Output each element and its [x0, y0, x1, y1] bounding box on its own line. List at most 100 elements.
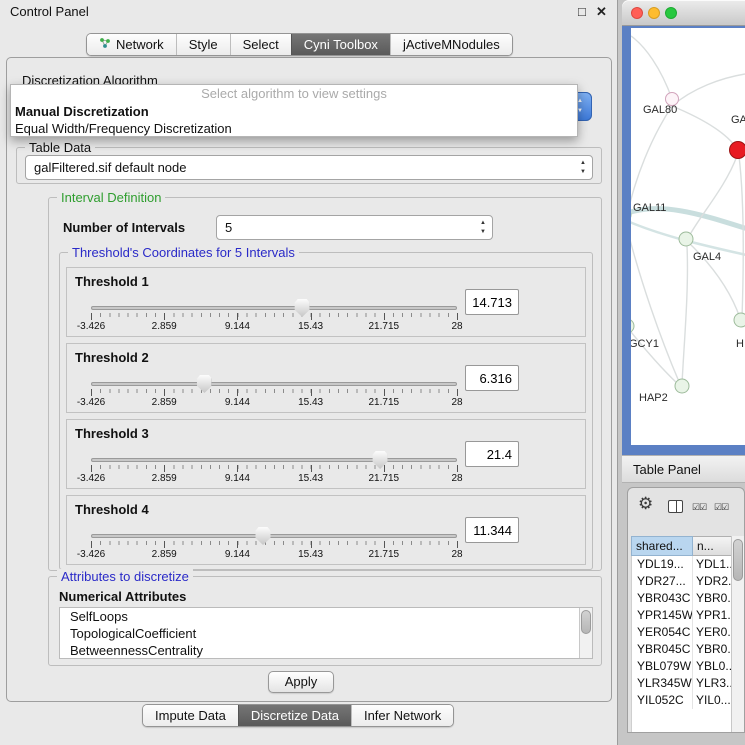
cell: YIL052C — [632, 692, 693, 709]
slider-minor-ticks — [91, 313, 457, 317]
table-row[interactable]: YDL19...YDL1... — [632, 556, 733, 573]
table-row[interactable]: YDR27...YDR2... — [632, 573, 733, 590]
table-data-combobox[interactable]: galFiltered.sif default node ▲▼ — [25, 155, 593, 180]
table-row[interactable]: YER054CYER0... — [632, 624, 733, 641]
table-row[interactable]: YBL079WYBL0... — [632, 658, 733, 675]
table-scrollbar[interactable] — [731, 536, 744, 732]
scale-label: 9.144 — [225, 549, 250, 560]
dropdown-option-equal-width[interactable]: Equal Width/Frequency Discretization — [11, 120, 577, 137]
table-row[interactable]: YPR145WYPR1... — [632, 607, 733, 624]
node-label: GAL4 — [693, 251, 721, 263]
threshold-4-value-field[interactable] — [465, 517, 519, 543]
list-scrollbar[interactable] — [579, 608, 592, 658]
gear-icon[interactable]: ⚙ — [638, 494, 653, 514]
slider-major-tick — [384, 389, 385, 396]
threshold-2-value-field[interactable] — [465, 365, 519, 391]
slider-track[interactable] — [91, 382, 457, 386]
threshold-1-slider[interactable]: -3.426 2.859 9.144 15.43 21.715 28 — [91, 298, 457, 336]
network-canvas[interactable]: GAL80 GA GAL11 GAL4 GCY1 HAP2 H — [631, 28, 745, 445]
threshold-3-slider[interactable]: -3.426 2.859 9.144 15.43 21.715 28 — [91, 450, 457, 488]
tab-select[interactable]: Select — [230, 34, 291, 55]
tab-infer-network[interactable]: Infer Network — [351, 705, 453, 726]
scale-label: -3.426 — [77, 549, 105, 560]
slider-major-tick — [237, 313, 238, 320]
network-window-titlebar[interactable] — [622, 0, 745, 26]
threshold-2-box: Threshold 2 -3.426 2.859 9.144 15.43 21.… — [66, 343, 586, 413]
list-item[interactable]: TopologicalCoefficient — [60, 625, 592, 642]
number-of-intervals-value: 5 — [225, 216, 232, 239]
threshold-2-slider[interactable]: -3.426 2.859 9.144 15.43 21.715 28 — [91, 374, 457, 412]
cell: YER0... — [693, 624, 733, 641]
slider-minor-ticks — [91, 465, 457, 469]
threshold-3-value-field[interactable] — [465, 441, 519, 467]
slider-track[interactable] — [91, 306, 457, 310]
apply-button[interactable]: Apply — [268, 671, 334, 693]
tab-label: Network — [116, 37, 164, 52]
table-row[interactable]: YLR345WYLR3... — [632, 675, 733, 692]
slider-major-tick — [91, 465, 92, 472]
tab-network[interactable]: Network — [87, 34, 176, 55]
slider-major-tick — [91, 313, 92, 320]
threshold-4-box: Threshold 4 -3.426 2.859 9.144 15.43 21.… — [66, 495, 586, 565]
interval-definition-fieldset: Interval Definition Number of Intervals … — [48, 197, 602, 571]
minimize-traffic-light[interactable] — [648, 7, 660, 19]
column-header-shared-name[interactable]: shared... — [631, 536, 693, 556]
threshold-4-slider[interactable]: -3.426 2.859 9.144 15.43 21.715 28 — [91, 526, 457, 564]
cell: YDR2... — [693, 573, 733, 590]
stepper-arrows-icon[interactable]: ▲▼ — [480, 216, 486, 239]
scrollbar-thumb[interactable] — [581, 610, 591, 634]
tab-jactivemnodules[interactable]: jActiveMNodules — [390, 34, 512, 55]
slider-major-tick — [457, 389, 458, 396]
table-data-legend: Table Data — [25, 140, 95, 155]
table-row[interactable]: YBR045CYBR0... — [632, 641, 733, 658]
threshold-2-label: Threshold 2 — [75, 350, 149, 365]
tab-label: jActiveMNodules — [403, 37, 500, 52]
scale-label: 9.144 — [225, 397, 250, 408]
numerical-attributes-label: Numerical Attributes — [59, 589, 186, 604]
scrollbar-thumb[interactable] — [733, 539, 743, 581]
dropdown-option-manual[interactable]: Manual Discretization — [11, 103, 577, 120]
node-red[interactable] — [729, 141, 745, 159]
close-traffic-light[interactable] — [631, 7, 643, 19]
scale-label: 28 — [451, 473, 462, 484]
select-none-columns-icon[interactable]: ☑☑ — [714, 502, 728, 513]
tab-style[interactable]: Style — [176, 34, 230, 55]
list-item[interactable]: SelfLoops — [60, 608, 592, 625]
stepper-arrows-icon[interactable]: ▲▼ — [580, 156, 586, 179]
tab-label: Discretize Data — [251, 708, 339, 723]
arrow-up-icon: ▲ — [580, 159, 586, 168]
network-icon — [99, 37, 111, 52]
numerical-attributes-list[interactable]: SelfLoops TopologicalCoefficient Between… — [59, 607, 593, 659]
tab-label: Impute Data — [155, 708, 226, 723]
node-label: H — [736, 338, 744, 350]
select-all-columns-icon[interactable]: ☑☑ — [692, 502, 706, 513]
cell: YDL1... — [693, 556, 733, 573]
number-of-intervals-label: Number of Intervals — [63, 220, 185, 235]
table-panel-header: Table Panel — [622, 455, 745, 483]
zoom-traffic-light[interactable] — [665, 7, 677, 19]
node-partial[interactable] — [734, 313, 745, 328]
node-hap2[interactable] — [675, 379, 690, 394]
close-icon[interactable]: ✕ — [596, 4, 607, 20]
scale-label: 2.859 — [152, 321, 177, 332]
threshold-1-value-field[interactable] — [465, 289, 519, 315]
node-gal4[interactable] — [679, 232, 694, 247]
slider-track[interactable] — [91, 534, 457, 538]
table-row[interactable]: YBR043CYBR0... — [632, 590, 733, 607]
attributes-legend: Attributes to discretize — [57, 569, 193, 584]
table-row[interactable]: YIL052CYIL0... — [632, 692, 733, 709]
tab-impute-data[interactable]: Impute Data — [143, 705, 238, 726]
table-data-fieldset: Table Data galFiltered.sif default node … — [16, 147, 602, 184]
tab-discretize-data[interactable]: Discretize Data — [238, 705, 351, 726]
arrow-down-icon: ▼ — [480, 228, 486, 237]
columns-icon[interactable] — [668, 500, 683, 513]
dropdown-placeholder: Select algorithm to view settings — [11, 85, 577, 103]
cell: YBL079W — [632, 658, 693, 675]
list-item[interactable]: BetweennessCentrality — [60, 642, 592, 659]
minimize-icon[interactable]: □ — [578, 4, 586, 19]
column-header-name[interactable]: n... — [693, 536, 733, 556]
number-of-intervals-combobox[interactable]: 5 ▲▼ — [216, 215, 493, 240]
tab-cyni-toolbox[interactable]: Cyni Toolbox — [291, 34, 390, 55]
table-header-row: shared... n... — [631, 536, 733, 556]
slider-track[interactable] — [91, 458, 457, 462]
